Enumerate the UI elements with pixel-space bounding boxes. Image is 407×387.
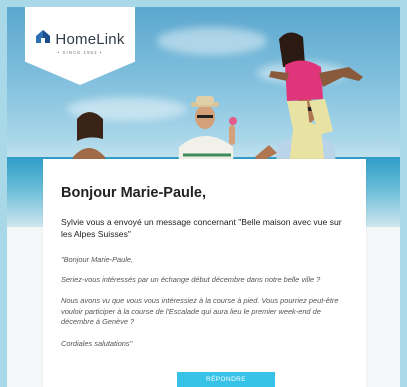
- message-line: Nous avons vu que vous vous intéressiez …: [61, 296, 339, 327]
- greeting-heading: Bonjour Marie-Paule,: [61, 185, 207, 201]
- reply-button[interactable]: RÉPONDRE: [177, 372, 275, 387]
- brand-name: HomeLink: [55, 30, 125, 48]
- intro-text: Sylvie vous a envoyé un message concerna…: [61, 217, 342, 239]
- brand-tagline: • SINCE 1953 •: [57, 50, 103, 55]
- message-card: Bonjour Marie-Paule, Sylvie vous a envoy…: [43, 159, 366, 387]
- message-line: Cordiales salutations": [61, 339, 133, 348]
- message-line: Seriez-vous intéressés par un échange dé…: [61, 275, 321, 284]
- email-frame: HomeLink • SINCE 1953 • Bonjour Marie-Pa…: [7, 7, 400, 387]
- house-icon: [35, 29, 51, 49]
- brand-logo[interactable]: HomeLink • SINCE 1953 •: [25, 29, 135, 55]
- message-line: "Bonjour Marie-Paule,: [61, 255, 134, 264]
